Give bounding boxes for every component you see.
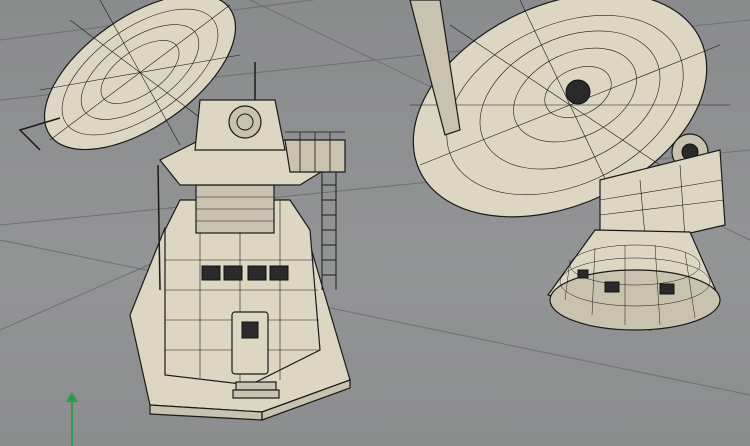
axis-y-arrow-icon[interactable] [66,392,78,446]
scene-render [0,0,750,446]
3d-viewport[interactable] [0,0,750,446]
